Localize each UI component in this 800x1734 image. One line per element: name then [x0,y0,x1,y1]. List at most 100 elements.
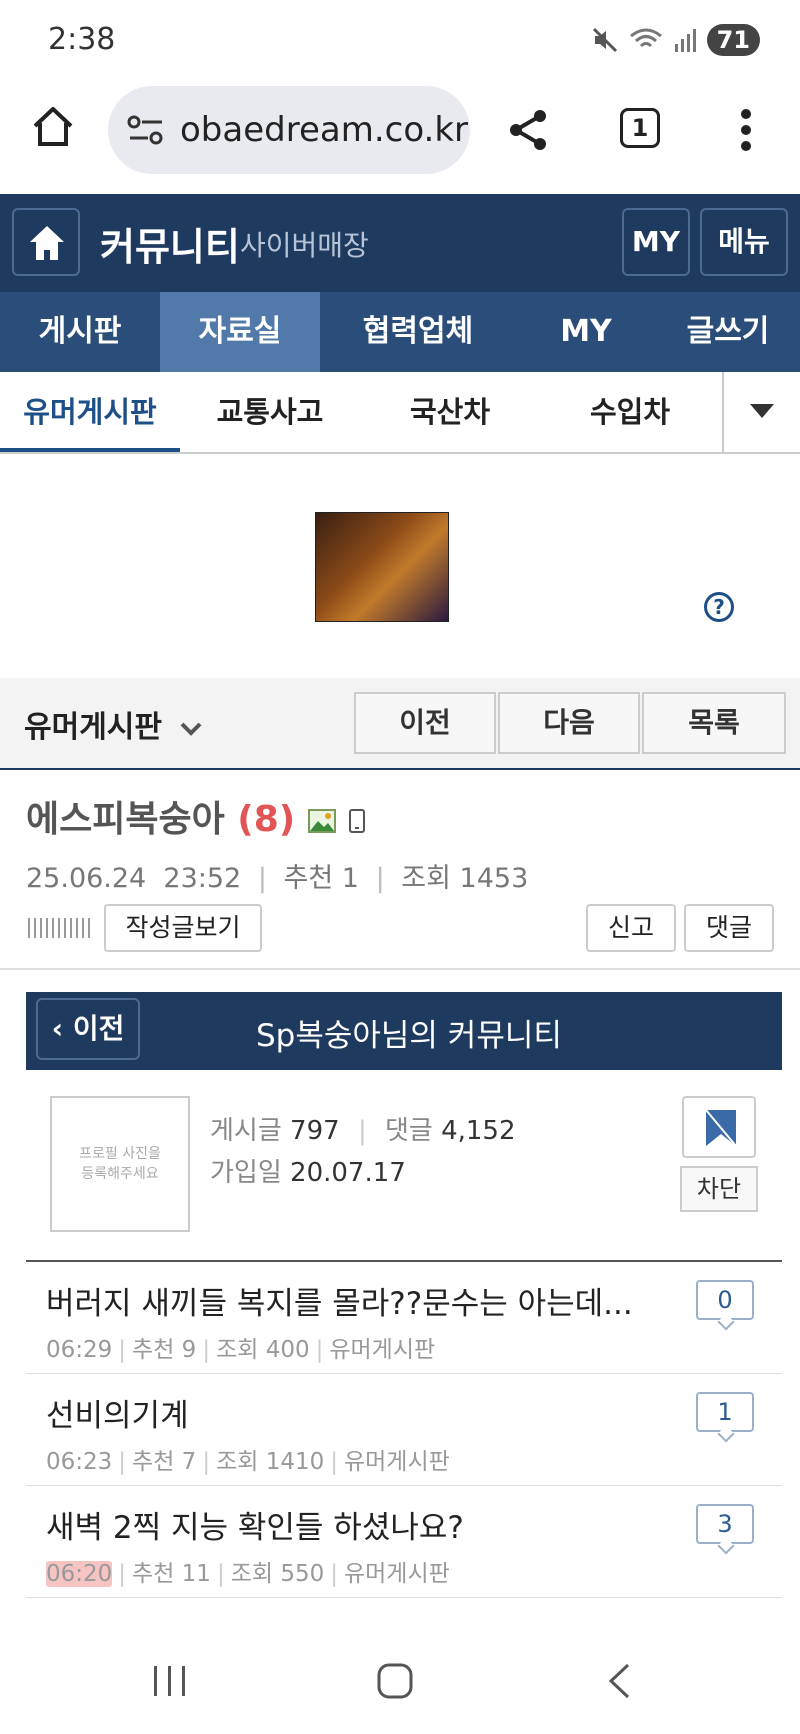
back-nav-icon[interactable] [606,1662,632,1700]
subtab-accident[interactable]: 교통사고 [180,372,360,452]
list-item-views: 조회 400 [216,1337,310,1363]
post-views: 조회 1453 [401,863,529,894]
post-date: 25.06.24 [26,863,147,894]
triangle-down-icon [750,404,774,418]
list-item-title[interactable]: 새벽 2찍 지능 확인들 하셨나요? [46,1502,464,1547]
home-icon[interactable] [30,104,76,150]
list-item-recommend: 추천 11 [132,1561,211,1587]
post-recommend: 추천 1 [283,863,359,894]
subtab-domestic[interactable]: 국산차 [360,372,540,452]
list-item-board: 유머게시판 [343,1561,450,1587]
tab-write[interactable]: 글쓰기 [656,292,800,372]
share-icon[interactable] [506,108,550,152]
level-bar-icon [28,918,90,938]
sub-tabs: 유머게시판 교통사고 국산차 수입차 [0,372,800,454]
post-author[interactable]: 에스피복숭아 (8) [26,790,366,842]
site-settings-icon[interactable] [126,114,166,146]
url-text: obaedream.co.kr [180,110,469,150]
home-nav-icon[interactable] [376,1662,414,1700]
comment-button[interactable]: 댓글 [684,904,774,952]
list-item[interactable]: 버러지 새끼들 복지를 몰라??문수는 아는데... 06:29 | 추천 9 | 조회… [26,1262,782,1374]
post-header: 에스피복숭아 (8) 25.06.24 23:52 | 추천 1 | 조회 14… [0,772,800,970]
menu-button[interactable]: 메뉴 [700,208,788,276]
list-item-meta: 06:29 | 추천 9 | 조회 400 | 유머게시판 [46,1337,436,1363]
browser-toolbar: obaedream.co.kr 1 [0,84,800,194]
tab-switcher-button[interactable]: 1 [620,108,660,148]
posts-value: 797 [290,1116,340,1146]
post-meta: 25.06.24 23:52 | 추천 1 | 조회 1453 [26,863,529,894]
tab-archive[interactable]: 자료실 [160,292,320,372]
ad-info-icon[interactable]: ? [704,592,734,622]
house-icon [30,226,64,260]
ad-image[interactable] [315,512,449,622]
prev-post-button[interactable]: 이전 [354,692,496,754]
author-count: (8) [237,799,296,840]
mobile-icon [349,809,366,833]
site-header: 커뮤니티 사이버매장 MY 메뉴 [0,194,800,292]
subtab-expand-button[interactable] [722,372,800,452]
status-time: 2:38 [48,22,116,57]
post-time: 23:52 [163,863,242,894]
block-button[interactable]: 차단 [680,1166,758,1212]
list-item[interactable]: 선비의기계 06:23 | 추천 7 | 조회 1410 | 유머게시판 1 [26,1374,782,1486]
chevron-down-icon [181,722,202,736]
badge-icon[interactable] [682,1096,756,1158]
comments-label: 댓글 [384,1116,433,1146]
status-icons: 71 [591,24,760,56]
comment-count-badge[interactable]: 3 [696,1504,754,1544]
tab-partners[interactable]: 협력업체 [320,292,516,372]
chevron-left-icon: ‹ [51,1012,64,1045]
profile-image-placeholder: 프로필 사진을 등록해주세요 [50,1096,190,1232]
ad-banner: ? [0,456,800,678]
view-posts-button[interactable]: 작성글보기 [104,904,262,952]
recent-apps-icon[interactable] [152,1664,188,1698]
site-subtitle[interactable]: 사이버매장 [240,224,369,264]
list-item-board: 유머게시판 [329,1337,436,1363]
list-item-title[interactable]: 선비의기계 [46,1390,189,1435]
more-options-icon[interactable] [736,106,756,154]
author-name: 에스피복숭아 [26,799,225,840]
list-item-meta: 06:23 | 추천 7 | 조회 1410 | 유머게시판 [46,1449,450,1475]
comments-value: 4,152 [441,1116,516,1146]
status-bar: 2:38 71 [0,0,800,84]
list-item-time: 06:29 [46,1337,113,1363]
list-item-recommend: 추천 9 [132,1337,197,1363]
stats-posts-comments: 게시글 797 | 댓글 4,152 [210,1116,516,1146]
image-attached-icon [307,809,336,833]
report-button[interactable]: 신고 [586,904,676,952]
profile-placeholder-line2: 등록해주세요 [81,1166,159,1182]
profile-placeholder-line1: 프로필 사진을 [79,1146,161,1162]
list-button[interactable]: 목록 [642,692,786,754]
comment-count-badge[interactable]: 0 [696,1280,754,1320]
comment-count-badge[interactable]: 1 [696,1392,754,1432]
battery-indicator: 71 [706,24,760,56]
list-item-board: 유머게시판 [343,1449,450,1475]
list-item-time: 06:23 [46,1449,113,1475]
community-header: ‹ 이전 Sp복숭아님의 커뮤니티 [26,992,782,1070]
list-item-views: 조회 1410 [216,1449,325,1475]
system-nav-bar [0,1628,800,1734]
tab-board[interactable]: 게시판 [0,292,160,372]
subtab-humor[interactable]: 유머게시판 [0,372,180,452]
list-item-title[interactable]: 버러지 새끼들 복지를 몰라??문수는 아는데... [46,1278,633,1323]
stats-joined: 가입일 20.07.17 [210,1152,406,1189]
tab-my[interactable]: MY [516,292,656,372]
list-item-time: 06:20 [46,1561,113,1587]
joined-value: 20.07.17 [290,1158,406,1188]
my-button[interactable]: MY [622,208,690,276]
site-home-button[interactable] [12,208,80,276]
list-item-views: 조회 550 [230,1561,325,1587]
site-title[interactable]: 커뮤니티 [100,216,240,271]
board-bar: 유머게시판 이전 다음 목록 [0,678,800,770]
next-post-button[interactable]: 다음 [498,692,640,754]
subtab-import[interactable]: 수입차 [540,372,720,452]
posts-label: 게시글 [210,1116,282,1146]
list-item-recommend: 추천 7 [132,1449,197,1475]
community-back-label: 이전 [72,1012,125,1045]
board-selector[interactable]: 유머게시판 [24,702,202,746]
address-bar[interactable]: obaedream.co.kr [108,86,470,174]
community-back-button[interactable]: ‹ 이전 [36,998,140,1060]
main-tabs: 게시판 자료실 협력업체 MY 글쓰기 [0,292,800,372]
list-item[interactable]: 새벽 2찍 지능 확인들 하셨나요? 06:20 | 추천 11 | 조회 550 | 유머… [26,1486,782,1598]
wifi-icon [629,28,662,48]
